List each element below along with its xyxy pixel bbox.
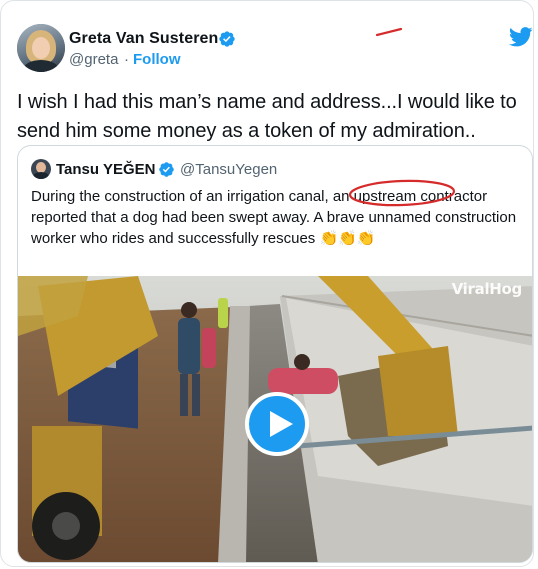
author-name[interactable]: Greta Van Susteren <box>69 30 218 48</box>
play-button[interactable] <box>245 392 309 456</box>
tweet-card: Greta Van Susteren @greta · Follow I wis… <box>0 0 534 567</box>
quoted-author-handle[interactable]: @TansuYegen <box>180 161 277 178</box>
annotation-red-stroke <box>375 27 403 37</box>
author-avatar[interactable] <box>17 24 65 72</box>
video-thumbnail[interactable]: ViralHog <box>18 276 532 562</box>
tweet-text: I wish I had this man’s name and address… <box>17 91 517 142</box>
quoted-author-avatar[interactable] <box>31 159 51 179</box>
twitter-bird-icon[interactable] <box>509 26 533 48</box>
follow-button[interactable]: Follow <box>133 51 181 68</box>
separator-dot: · <box>124 51 129 68</box>
verified-badge-icon <box>159 162 174 177</box>
author-handle[interactable]: @greta <box>69 51 118 68</box>
viralhog-watermark: ViralHog <box>451 280 523 298</box>
quoted-author-name[interactable]: Tansu YEĞEN <box>56 161 155 178</box>
play-icon <box>270 411 293 437</box>
verified-badge-icon <box>219 31 235 47</box>
annotation-red-circle <box>348 179 456 207</box>
quoted-tweet[interactable]: Tansu YEĞEN @TansuYegen During the const… <box>17 145 533 563</box>
